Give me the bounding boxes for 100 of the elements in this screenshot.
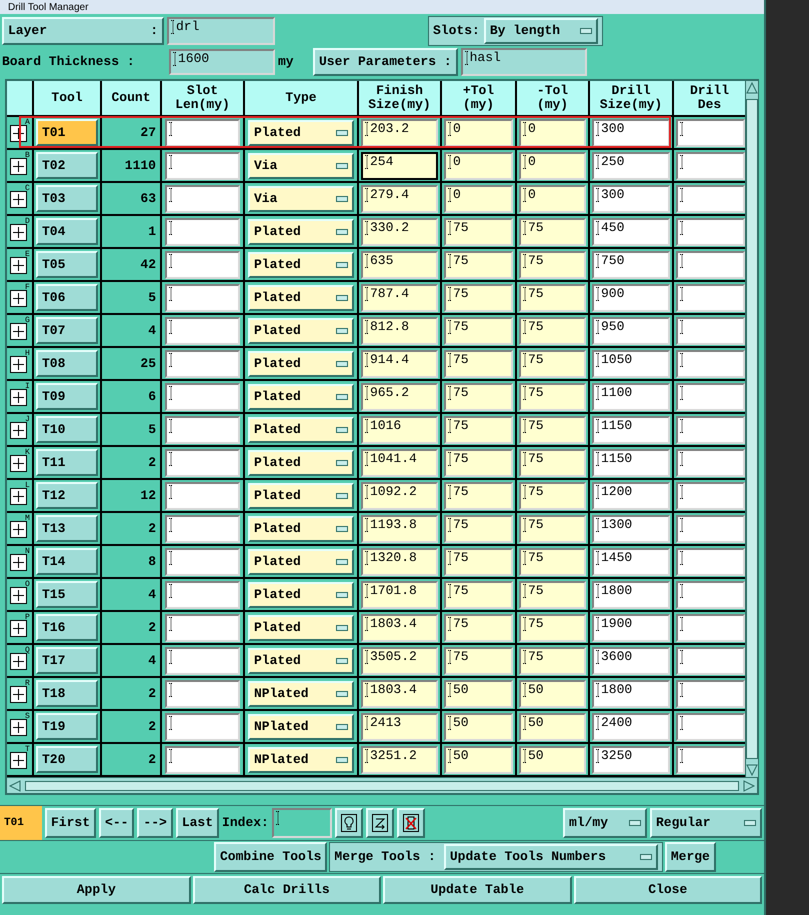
tool-button[interactable]: T12	[36, 482, 98, 509]
plus-tolerance-field[interactable]: 75	[444, 218, 513, 246]
minus-tolerance-field[interactable]: 50	[519, 712, 586, 740]
finish-size-field[interactable]: 1092.2	[361, 482, 438, 510]
expand-icon[interactable]	[10, 221, 30, 242]
drill-designation-field[interactable]	[676, 218, 745, 246]
thickness-field[interactable]: 1600	[169, 48, 275, 74]
finish-size-field[interactable]: 3251.2	[361, 746, 438, 774]
slot-length-field[interactable]	[165, 482, 240, 510]
type-dropdown[interactable]: Plated	[248, 582, 354, 608]
plus-tolerance-field[interactable]: 75	[444, 580, 513, 608]
expand-icon[interactable]	[10, 155, 30, 176]
combine-tools-button[interactable]: Combine Tools	[214, 842, 328, 872]
slot-length-field[interactable]	[165, 680, 240, 708]
mode-dropdown[interactable]: Regular	[650, 808, 762, 838]
plus-tolerance-field[interactable]: 75	[444, 250, 513, 278]
minus-tolerance-field[interactable]: 0	[519, 118, 586, 146]
drill-size-field[interactable]: 900	[592, 284, 670, 312]
tool-button[interactable]: T18	[36, 680, 98, 707]
finish-size-field[interactable]: 1701.8	[361, 580, 438, 608]
user-parameters-field[interactable]: hasl	[460, 48, 587, 76]
expand-icon[interactable]	[10, 287, 30, 308]
drill-size-field[interactable]: 1050	[592, 350, 670, 378]
drill-size-field[interactable]: 1450	[592, 548, 670, 576]
tool-button[interactable]: T03	[36, 185, 98, 212]
minus-tolerance-field[interactable]: 50	[519, 746, 586, 774]
slot-length-field[interactable]	[165, 250, 240, 278]
minus-tolerance-field[interactable]: 50	[519, 680, 586, 708]
drill-size-field[interactable]: 1200	[592, 482, 670, 510]
drill-size-field[interactable]: 300	[592, 184, 670, 212]
drill-designation-field[interactable]	[676, 152, 745, 180]
type-dropdown[interactable]: NPlated	[248, 746, 354, 772]
slot-length-field[interactable]	[165, 382, 240, 410]
tool-button[interactable]: T06	[36, 284, 98, 311]
tool-button[interactable]: T13	[36, 515, 98, 542]
type-dropdown[interactable]: Plated	[248, 648, 354, 674]
minus-tolerance-field[interactable]: 75	[519, 218, 586, 246]
slot-length-field[interactable]	[165, 118, 240, 146]
drill-designation-field[interactable]	[676, 514, 745, 542]
slot-length-field[interactable]	[165, 152, 240, 180]
drill-size-field[interactable]: 3250	[592, 746, 670, 774]
type-dropdown[interactable]: Plated	[248, 350, 354, 376]
type-dropdown[interactable]: Via	[248, 186, 354, 212]
drill-designation-field[interactable]	[676, 350, 745, 378]
drill-designation-field[interactable]	[676, 416, 745, 444]
tool-button[interactable]: T14	[36, 548, 98, 575]
slot-length-field[interactable]	[165, 646, 240, 674]
plus-tolerance-field[interactable]: 75	[444, 448, 513, 476]
drill-size-field[interactable]: 1300	[592, 514, 670, 542]
drill-size-field[interactable]: 450	[592, 218, 670, 246]
finish-size-field[interactable]: 965.2	[361, 382, 438, 410]
tool-button[interactable]: T19	[36, 713, 98, 740]
type-dropdown[interactable]: Via	[248, 152, 354, 178]
finish-size-field[interactable]: 203.2	[361, 118, 438, 146]
tool-button[interactable]: T16	[36, 614, 98, 641]
drill-size-field[interactable]: 300	[592, 118, 670, 146]
plus-tolerance-field[interactable]: 75	[444, 614, 513, 642]
plus-tolerance-field[interactable]: 75	[444, 382, 513, 410]
merge-mode-dropdown[interactable]: Update Tools Numbers	[444, 844, 658, 870]
finish-size-field[interactable]: 914.4	[361, 350, 438, 378]
plus-tolerance-field[interactable]: 50	[444, 712, 513, 740]
drill-designation-field[interactable]	[676, 646, 745, 674]
expand-icon[interactable]	[10, 485, 30, 506]
drill-size-field[interactable]: 1100	[592, 382, 670, 410]
finish-size-field[interactable]: 1041.4	[361, 448, 438, 476]
tool-button[interactable]: T11	[36, 449, 98, 476]
drill-designation-field[interactable]	[676, 250, 745, 278]
plus-tolerance-field[interactable]: 50	[444, 680, 513, 708]
plus-tolerance-field[interactable]: 75	[444, 416, 513, 444]
type-dropdown[interactable]: Plated	[248, 384, 354, 410]
slot-length-field[interactable]	[165, 448, 240, 476]
expand-icon[interactable]	[10, 188, 30, 209]
minus-tolerance-field[interactable]: 75	[519, 514, 586, 542]
finish-size-field[interactable]: 812.8	[361, 316, 438, 344]
minus-tolerance-field[interactable]: 75	[519, 250, 586, 278]
slot-length-field[interactable]	[165, 218, 240, 246]
type-dropdown[interactable]: Plated	[248, 284, 354, 310]
drill-designation-field[interactable]	[676, 712, 745, 740]
navigation-button[interactable]: First	[45, 808, 96, 838]
finish-size-field[interactable]: 279.4	[361, 184, 438, 212]
drill-designation-field[interactable]	[676, 680, 745, 708]
finish-size-field[interactable]: 1193.8	[361, 514, 438, 542]
drill-designation-field[interactable]	[676, 382, 745, 410]
finish-size-field[interactable]: 1803.4	[361, 680, 438, 708]
bulb-button[interactable]	[334, 808, 363, 838]
plus-tolerance-field[interactable]: 75	[444, 350, 513, 378]
type-dropdown[interactable]: Plated	[248, 516, 354, 542]
drill-designation-field[interactable]	[676, 284, 745, 312]
tool-button[interactable]: T01	[36, 119, 98, 146]
drill-designation-field[interactable]	[676, 580, 745, 608]
drill-size-field[interactable]: 1900	[592, 614, 670, 642]
slot-length-field[interactable]	[165, 614, 240, 642]
type-dropdown[interactable]: Plated	[248, 120, 354, 146]
slot-length-field[interactable]	[165, 316, 240, 344]
tool-button[interactable]: T17	[36, 647, 98, 674]
navigation-button[interactable]: <--	[99, 808, 134, 838]
drill-size-field[interactable]: 750	[592, 250, 670, 278]
finish-size-field[interactable]: 787.4	[361, 284, 438, 312]
slot-length-field[interactable]	[165, 712, 240, 740]
slot-length-field[interactable]	[165, 284, 240, 312]
